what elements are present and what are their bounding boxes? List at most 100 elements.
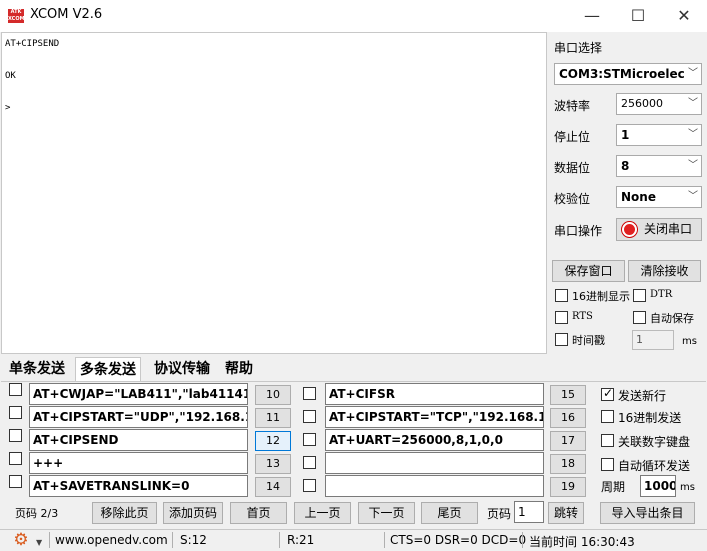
last-page-button[interactable]: 尾页 [421, 502, 478, 524]
goto-page-label: 页码 [487, 507, 512, 521]
period-label: 周期 [601, 480, 626, 494]
jump-button[interactable]: 跳转 [548, 502, 584, 524]
minimize-button[interactable]: — [569, 0, 615, 32]
baud-select[interactable]: 256000 ﹀ [616, 93, 702, 115]
received-count: R:21 [287, 533, 315, 547]
send-button-19[interactable]: 19 [550, 477, 586, 497]
row-checkbox[interactable] [303, 433, 316, 446]
send-field[interactable]: AT+CIPSTART="UDP","192.168.1.100" [29, 406, 248, 428]
row-checkbox[interactable] [303, 479, 316, 492]
prev-page-button[interactable]: 上一页 [294, 502, 351, 524]
send-field[interactable]: AT+CIFSR [325, 383, 544, 405]
status-divider [49, 532, 50, 548]
dtr-checkbox[interactable] [633, 289, 646, 302]
send-field[interactable] [325, 475, 544, 497]
send-button-12[interactable]: 12 [255, 431, 291, 451]
stop-bits-select[interactable]: 1 ﹀ [616, 124, 702, 146]
row-checkbox[interactable] [303, 410, 316, 423]
port-select-value: COM3:STMicroelec [559, 67, 685, 81]
send-newline-checkbox[interactable] [601, 386, 614, 401]
hex-display-checkbox[interactable] [555, 289, 568, 302]
receive-textarea[interactable]: AT+CIPSEND OK > [1, 32, 547, 354]
tab-protocol[interactable]: 协议传输 [150, 357, 214, 381]
timestamp-input[interactable]: 1 [632, 330, 674, 350]
send-field[interactable]: AT+UART=256000,8,1,0,0 [325, 429, 544, 451]
period-input[interactable]: 1000 [640, 475, 676, 497]
auto-loop-label: 自动循环发送 [618, 459, 691, 473]
import-export-button[interactable]: 导入导出条目 [600, 502, 695, 524]
maximize-button[interactable]: ☐ [615, 0, 661, 32]
auto-save-checkbox[interactable] [633, 311, 646, 324]
row-checkbox[interactable] [303, 456, 316, 469]
send-field[interactable]: AT+CIPSTART="TCP","192.168.1.100" [325, 406, 544, 428]
row-checkbox[interactable] [9, 429, 22, 442]
close-button[interactable]: ✕ [661, 0, 707, 32]
auto-loop-checkbox[interactable] [601, 458, 614, 471]
dtr-label: DTR [650, 289, 673, 300]
hex-send-label: 16进制发送 [618, 411, 682, 425]
row-checkbox[interactable] [9, 475, 22, 488]
send-button-17[interactable]: 17 [550, 431, 586, 451]
first-page-button[interactable]: 首页 [230, 502, 287, 524]
auto-save-label: 自动保存 [650, 312, 694, 325]
row-checkbox[interactable] [9, 383, 22, 396]
parity-value: None [621, 190, 656, 204]
dropdown-arrow-icon[interactable]: ▼ [36, 538, 42, 547]
add-page-button[interactable]: 添加页码 [163, 502, 223, 524]
hex-display-label: 16进制显示 [572, 290, 630, 303]
port-op-label: 串口操作 [554, 224, 603, 238]
close-port-button[interactable]: 关闭串口 [616, 218, 702, 241]
remove-page-button[interactable]: 移除此页 [92, 502, 157, 524]
chevron-down-icon: ﹀ [688, 160, 698, 171]
send-button-15[interactable]: 15 [550, 385, 586, 405]
baud-select-value: 256000 [621, 97, 663, 110]
parity-label: 校验位 [554, 192, 591, 206]
tab-multi-send[interactable]: 多条发送 [75, 357, 141, 381]
website-link[interactable]: www.openedv.com [55, 533, 168, 547]
tab-single-send[interactable]: 单条发送 [5, 357, 69, 381]
tab-help[interactable]: 帮助 [221, 357, 257, 381]
send-button-18[interactable]: 18 [550, 454, 586, 474]
send-button-13[interactable]: 13 [255, 454, 291, 474]
goto-page-input[interactable]: 1 [514, 501, 544, 523]
parity-select[interactable]: None ﹀ [616, 186, 702, 208]
clear-receive-button[interactable]: 清除接收 [628, 260, 701, 282]
send-field[interactable]: +++ [29, 452, 248, 474]
baud-label: 波特率 [554, 99, 591, 113]
gear-icon[interactable]: ⚙ [11, 531, 31, 549]
hex-send-checkbox[interactable] [601, 410, 614, 423]
sent-count: S:12 [180, 533, 207, 547]
row-checkbox[interactable] [303, 387, 316, 400]
app-logo-icon: ATK XCOM [8, 9, 24, 23]
status-divider [384, 532, 385, 548]
send-button-16[interactable]: 16 [550, 408, 586, 428]
stop-bits-label: 停止位 [554, 130, 591, 144]
next-page-button[interactable]: 下一页 [358, 502, 415, 524]
stop-bits-value: 1 [621, 128, 630, 142]
send-button-11[interactable]: 11 [255, 408, 291, 428]
port-status-icon [622, 222, 637, 237]
current-time: 当前时间 16:30:43 [529, 535, 635, 549]
chevron-down-icon: ﹀ [688, 98, 698, 109]
save-window-button[interactable]: 保存窗口 [552, 260, 625, 282]
timestamp-unit: ms [682, 336, 697, 347]
send-field[interactable] [325, 452, 544, 474]
chevron-down-icon: ﹀ [688, 191, 698, 202]
period-unit: ms [680, 482, 695, 493]
line-status: CTS=0 DSR=0 DCD=0 [390, 533, 527, 547]
link-keyboard-checkbox[interactable] [601, 434, 614, 447]
row-checkbox[interactable] [9, 406, 22, 419]
send-field[interactable]: AT+CWJAP="LAB411","lab411411" [29, 383, 248, 405]
data-bits-select[interactable]: 8 ﹀ [616, 155, 702, 177]
rts-checkbox[interactable] [555, 311, 568, 324]
chevron-down-icon: ﹀ [688, 68, 698, 79]
send-field[interactable]: AT+CIPSEND [29, 429, 248, 451]
row-checkbox[interactable] [9, 452, 22, 465]
window-title: XCOM V2.6 [30, 7, 103, 22]
send-button-14[interactable]: 14 [255, 477, 291, 497]
send-field[interactable]: AT+SAVETRANSLINK=0 [29, 475, 248, 497]
status-divider [522, 532, 523, 548]
port-select[interactable]: COM3:STMicroelec ﹀ [554, 63, 702, 85]
send-button-10[interactable]: 10 [255, 385, 291, 405]
timestamp-checkbox[interactable] [555, 333, 568, 346]
